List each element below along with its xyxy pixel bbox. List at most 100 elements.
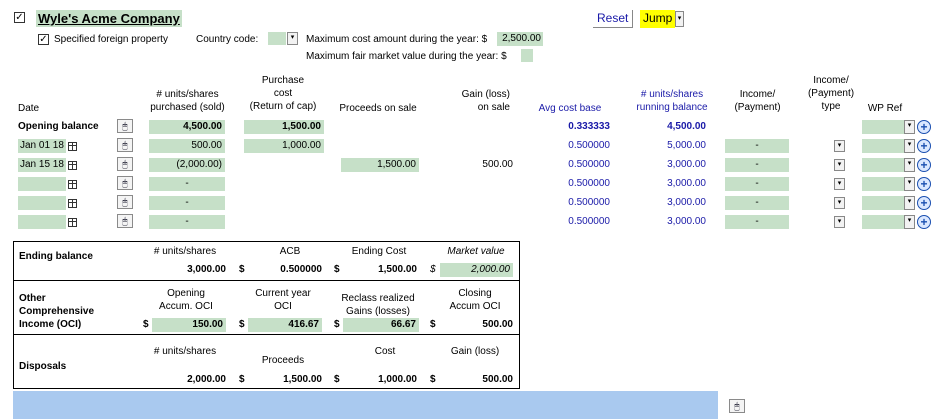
date-input[interactable]: Jan 15 18 (18, 158, 66, 172)
gain-loss-value: 500.00 (482, 159, 513, 170)
add-circle-icon[interactable]: + (917, 139, 931, 153)
summary-divider (13, 280, 520, 281)
reset-button[interactable]: Reset (593, 10, 634, 28)
income-input[interactable]: - (725, 158, 789, 172)
income-input[interactable]: - (725, 139, 789, 153)
current-oci-input[interactable]: 416.67 (248, 318, 322, 332)
closing-oci-value: 500.00 (482, 319, 513, 330)
calendar-icon[interactable] (67, 179, 77, 189)
income-type-dropdown-icon[interactable]: ▾ (834, 140, 845, 152)
company-name: Wyle's Acme Company (36, 10, 182, 27)
wp-ref-dropdown-icon[interactable]: ▾ (904, 215, 915, 229)
disposal-proceeds-header: Proceeds (261, 355, 305, 366)
wp-ref-dropdown-icon[interactable]: ▾ (904, 177, 915, 191)
wp-ref-dropdown-icon[interactable]: ▾ (904, 139, 915, 153)
mouse-pointer-icon[interactable]: 🖱 (117, 157, 133, 171)
jump-button[interactable]: Jump (640, 10, 676, 28)
disposals-label: Disposals (19, 361, 67, 372)
reclass-header: Reclass realized Gains (losses) (341, 293, 415, 317)
income-type-dropdown-icon[interactable]: ▾ (834, 178, 845, 190)
wp-ref-input[interactable] (862, 139, 904, 153)
add-circle-icon[interactable]: + (917, 196, 931, 210)
cost-input[interactable]: 1,500.00 (244, 120, 324, 134)
cost-input[interactable]: 1,000.00 (244, 139, 324, 153)
units-input[interactable]: (2,000.00) (149, 158, 225, 172)
wp-ref-input[interactable] (862, 120, 904, 134)
add-circle-icon[interactable]: + (917, 215, 931, 229)
calendar-icon[interactable] (67, 160, 77, 170)
avg-cost-value: 0.500000 (568, 159, 610, 170)
mouse-pointer-icon[interactable]: 🖱 (117, 176, 133, 190)
main-checkbox[interactable]: ✓ (14, 12, 25, 23)
dollar-sign: $ (430, 374, 436, 385)
income-input[interactable]: - (725, 215, 789, 229)
wp-ref-input[interactable] (862, 215, 904, 229)
col-header-gain-loss: Gain (loss) on sale (461, 89, 510, 113)
mouse-pointer-icon[interactable]: 🖱 (117, 214, 133, 228)
units-input[interactable]: - (149, 177, 225, 191)
col-header-avg-cost: Avg cost base (538, 103, 602, 114)
income-type-dropdown-icon[interactable]: ▾ (834, 159, 845, 171)
mouse-pointer-icon[interactable]: 🖱 (117, 119, 133, 133)
wp-ref-dropdown-icon[interactable]: ▾ (904, 120, 915, 134)
market-value-input[interactable]: 2,000.00 (440, 263, 513, 277)
add-circle-icon[interactable]: + (917, 120, 931, 134)
current-oci-header: Current year OCI (255, 288, 311, 312)
calendar-icon[interactable] (67, 141, 77, 151)
date-input[interactable] (18, 215, 66, 229)
ending-units-header: # units/shares (153, 246, 217, 257)
col-header-running-balance: # units/shares running balance (636, 89, 708, 113)
col-header-wp-ref: WP Ref (867, 103, 903, 114)
dollar-sign: $ (239, 374, 245, 385)
dollar-sign: $ (239, 319, 245, 330)
oci-label: Other Comprehensive Income (OCI) (19, 293, 95, 330)
income-input[interactable]: - (725, 177, 789, 191)
dollar-sign: $ (334, 264, 340, 275)
ending-balance-label: Ending balance (19, 251, 93, 262)
reclass-input[interactable]: 66.67 (343, 318, 419, 332)
wp-ref-input[interactable] (862, 177, 904, 191)
running-balance-value: 3,000.00 (667, 178, 706, 189)
dollar-sign: $ (334, 374, 340, 385)
max-cost-input[interactable]: 2,500.00 (497, 32, 543, 46)
country-code-dropdown-icon[interactable]: ▾ (287, 32, 298, 45)
col-header-proceeds: Proceeds on sale (339, 103, 417, 114)
income-type-dropdown-icon[interactable]: ▾ (834, 197, 845, 209)
col-header-purchase-cost: Purchase cost (Return of cap) (249, 75, 317, 112)
opening-oci-input[interactable]: 150.00 (152, 318, 226, 332)
max-fmv-input[interactable] (521, 49, 533, 62)
income-type-dropdown-icon[interactable]: ▾ (834, 216, 845, 228)
running-balance-value: 3,000.00 (667, 197, 706, 208)
add-circle-icon[interactable]: + (917, 177, 931, 191)
units-input[interactable]: - (149, 196, 225, 210)
wp-ref-dropdown-icon[interactable]: ▾ (904, 196, 915, 210)
mouse-pointer-icon[interactable]: 🖱 (729, 399, 745, 413)
units-input[interactable]: 4,500.00 (149, 120, 225, 134)
date-input[interactable]: Jan 01 18 (18, 139, 66, 153)
date-input[interactable] (18, 196, 66, 210)
ending-cost-value: 1,500.00 (378, 264, 417, 275)
wp-ref-dropdown-icon[interactable]: ▾ (904, 158, 915, 172)
proceeds-input[interactable]: 1,500.00 (341, 158, 419, 172)
units-input[interactable]: - (149, 215, 225, 229)
col-header-income-type: Income/ (Payment) type (807, 75, 855, 112)
running-balance-value: 4,500.00 (667, 121, 706, 132)
dollar-sign: $ (430, 319, 436, 330)
units-input[interactable]: 500.00 (149, 139, 225, 153)
mouse-pointer-icon[interactable]: 🖱 (117, 195, 133, 209)
income-input[interactable]: - (725, 196, 789, 210)
specified-foreign-property-checkbox[interactable]: ✓ (38, 34, 49, 45)
jump-dropdown-icon[interactable]: ▾ (675, 11, 684, 27)
add-circle-icon[interactable]: + (917, 158, 931, 172)
disposal-units-header: # units/shares (153, 346, 217, 357)
mouse-pointer-icon[interactable]: 🖱 (117, 138, 133, 152)
calendar-icon[interactable] (67, 198, 77, 208)
ending-acb-value: 0.500000 (280, 264, 322, 275)
country-code-input[interactable] (268, 32, 286, 45)
date-input[interactable] (18, 177, 66, 191)
wp-ref-input[interactable] (862, 158, 904, 172)
calendar-icon[interactable] (67, 217, 77, 227)
max-fmv-label: Maximum fair market value during the yea… (306, 51, 507, 62)
wp-ref-input[interactable] (862, 196, 904, 210)
avg-cost-value: 0.500000 (568, 140, 610, 151)
